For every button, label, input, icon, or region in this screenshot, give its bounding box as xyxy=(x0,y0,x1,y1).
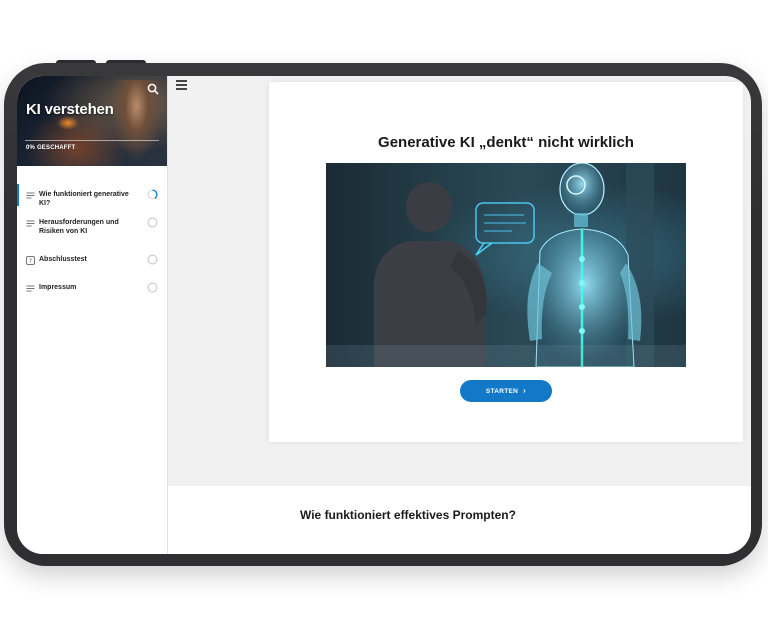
menu-hamburger-icon[interactable] xyxy=(176,80,187,90)
lesson-title: Generative KI „denkt“ nicht wirklich xyxy=(378,134,634,151)
next-section-title: Wie funktioniert effektives Prompten? xyxy=(300,508,516,522)
not-started-circle-icon xyxy=(147,282,158,293)
not-started-circle-icon xyxy=(147,254,158,265)
nav-item-label: Abschlusstest xyxy=(39,256,87,263)
header-image-glow xyxy=(57,116,79,130)
tablet-screen: KI verstehen 0% GESCHAFFT Wie funktionie… xyxy=(17,76,751,554)
in-progress-icon xyxy=(147,189,158,200)
lesson-cover-image xyxy=(326,163,686,367)
nav-item-label: Herausforderungen und Risiken von KI xyxy=(39,219,119,235)
text-lines-icon xyxy=(26,220,35,227)
nav-item-label: Wie funktioniert generative KI? xyxy=(39,191,129,207)
svg-text:?: ? xyxy=(29,258,32,265)
sidebar-header: KI verstehen 0% GESCHAFFT xyxy=(17,76,167,166)
device-mockup: KI verstehen 0% GESCHAFFT Wie funktionie… xyxy=(0,0,768,644)
progress-bar xyxy=(25,140,159,141)
text-lines-icon xyxy=(26,192,35,199)
text-lines-icon xyxy=(26,285,35,292)
quiz-question-icon: ? xyxy=(26,256,35,265)
not-started-circle-icon xyxy=(147,217,158,228)
start-button[interactable]: STARTEN › xyxy=(460,380,552,402)
nav-item-label: Impressum xyxy=(39,284,77,291)
start-button-label: STARTEN xyxy=(485,387,519,395)
lesson-card: Generative KI „denkt“ nicht wirklich STA… xyxy=(269,82,743,442)
next-section: Wie funktioniert effektives Prompten? xyxy=(168,486,751,554)
course-title: KI verstehen xyxy=(26,101,114,118)
course-sidebar: KI verstehen 0% GESCHAFFT Wie funktionie… xyxy=(17,76,168,554)
human-robot-illustration xyxy=(326,163,686,367)
chevron-right-icon: › xyxy=(523,386,527,395)
progress-label: 0% GESCHAFFT xyxy=(26,145,76,151)
search-icon[interactable] xyxy=(146,82,160,96)
